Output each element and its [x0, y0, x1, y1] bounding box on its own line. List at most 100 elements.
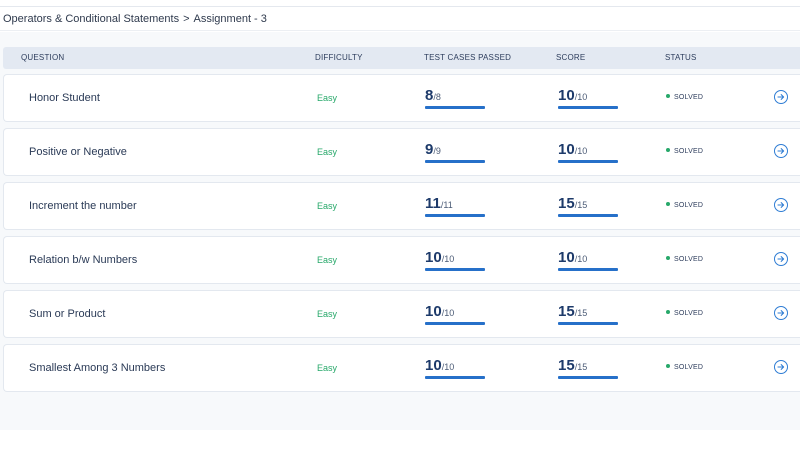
- score-max: /10: [574, 146, 588, 156]
- status-badge: SOLVED: [666, 237, 703, 283]
- test-cases-passed-count: 11: [425, 195, 441, 212]
- score: 10/10: [558, 249, 618, 271]
- status-label: SOLVED: [674, 148, 704, 155]
- question-title[interactable]: Increment the number: [29, 183, 137, 229]
- table-row[interactable]: Sum or Product Easy 10/10 15/15 SOLVED: [3, 290, 800, 338]
- table-row[interactable]: Positive or Negative Easy 9/9 10/10 SOLVED: [3, 128, 800, 176]
- difficulty-label: Easy: [317, 309, 338, 319]
- status-dot-icon: [666, 256, 670, 261]
- question-title[interactable]: Honor Student: [29, 75, 100, 121]
- test-cases-total: /9: [433, 146, 441, 156]
- score-progress-bar: [558, 268, 618, 271]
- column-header-status: STATUS: [665, 53, 697, 62]
- status-badge: SOLVED: [666, 129, 703, 175]
- test-cases-passed-count: 10: [425, 303, 442, 320]
- status-label: SOLVED: [674, 94, 704, 101]
- test-cases-total: /11: [440, 200, 453, 210]
- difficulty-label: Easy: [317, 201, 338, 211]
- score: 15/15: [558, 303, 618, 325]
- question-list: Honor Student Easy 8/8 10/10 SOLVED Positive …: [3, 74, 800, 398]
- score-progress-bar: [558, 160, 618, 163]
- score-progress-bar: [558, 106, 618, 109]
- status-badge: SOLVED: [666, 345, 703, 391]
- test-cases-progress-bar: [425, 106, 485, 109]
- test-cases-passed: 10/10: [425, 357, 485, 379]
- test-cases-progress-bar: [425, 160, 485, 163]
- status-dot-icon: [666, 94, 670, 99]
- question-title[interactable]: Positive or Negative: [29, 129, 127, 175]
- test-cases-progress-bar: [425, 376, 485, 379]
- score: 10/10: [558, 141, 618, 163]
- score-max: /10: [574, 254, 588, 264]
- status-label: SOLVED: [674, 364, 704, 371]
- column-header-score: SCORE: [556, 53, 586, 62]
- table-row[interactable]: Relation b/w Numbers Easy 10/10 10/10 SOLVED: [3, 236, 800, 284]
- test-cases-progress-bar: [425, 214, 485, 217]
- difficulty-label: Easy: [317, 147, 338, 157]
- status-dot-icon: [666, 364, 670, 369]
- question-title[interactable]: Relation b/w Numbers: [29, 237, 137, 283]
- score-max: /15: [574, 308, 588, 318]
- status-dot-icon: [666, 202, 670, 207]
- difficulty-label: Easy: [317, 363, 338, 373]
- score-max: /10: [574, 92, 588, 102]
- test-cases-passed-count: 10: [425, 249, 442, 266]
- breadcrumb: Operators & Conditional Statements > Ass…: [0, 7, 800, 31]
- score-value: 10: [558, 141, 575, 158]
- score: 15/15: [558, 357, 618, 379]
- status-label: SOLVED: [674, 310, 704, 317]
- score-progress-bar: [558, 376, 618, 379]
- test-cases-progress-bar: [425, 268, 485, 271]
- test-cases-total: /10: [441, 254, 455, 264]
- column-header-difficulty: DIFFICULTY: [315, 53, 363, 62]
- score: 15/15: [558, 195, 618, 217]
- status-badge: SOLVED: [666, 291, 703, 337]
- status-label: SOLVED: [674, 202, 704, 209]
- score-max: /15: [574, 362, 588, 372]
- score-value: 15: [558, 195, 575, 212]
- status-dot-icon: [666, 148, 670, 153]
- test-cases-passed: 8/8: [425, 87, 485, 109]
- test-cases-passed: 10/10: [425, 249, 485, 271]
- arrow-right-circle-icon[interactable]: [774, 306, 788, 320]
- status-badge: SOLVED: [666, 183, 703, 229]
- status-dot-icon: [666, 310, 670, 315]
- test-cases-passed: 10/10: [425, 303, 485, 325]
- score-value: 15: [558, 357, 575, 374]
- arrow-right-circle-icon[interactable]: [774, 90, 788, 104]
- difficulty-label: Easy: [317, 255, 338, 265]
- questions-panel: QUESTION DIFFICULTY TEST CASES PASSED SC…: [0, 32, 800, 430]
- column-header-question: QUESTION: [21, 53, 65, 62]
- score-value: 15: [558, 303, 575, 320]
- table-row[interactable]: Honor Student Easy 8/8 10/10 SOLVED: [3, 74, 800, 122]
- test-cases-passed: 11/11: [425, 195, 485, 217]
- breadcrumb-parent-link[interactable]: Operators & Conditional Statements: [3, 13, 179, 25]
- test-cases-progress-bar: [425, 322, 485, 325]
- arrow-right-circle-icon[interactable]: [774, 252, 788, 266]
- status-badge: SOLVED: [666, 75, 703, 121]
- score-max: /15: [574, 200, 588, 210]
- status-label: SOLVED: [674, 256, 704, 263]
- test-cases-total: /8: [433, 92, 441, 102]
- test-cases-passed-count: 10: [425, 357, 442, 374]
- table-row[interactable]: Increment the number Easy 11/11 15/15 SOLVED: [3, 182, 800, 230]
- table-row[interactable]: Smallest Among 3 Numbers Easy 10/10 15/15 SO…: [3, 344, 800, 392]
- arrow-right-circle-icon[interactable]: [774, 360, 788, 374]
- test-cases-total: /10: [441, 362, 455, 372]
- breadcrumb-current: Assignment - 3: [193, 12, 267, 25]
- score-value: 10: [558, 249, 575, 266]
- score-value: 10: [558, 87, 575, 104]
- column-header-test-cases: TEST CASES PASSED: [424, 53, 512, 62]
- score-progress-bar: [558, 214, 618, 217]
- breadcrumb-separator: >: [183, 12, 190, 25]
- question-title[interactable]: Smallest Among 3 Numbers: [29, 345, 165, 391]
- score-progress-bar: [558, 322, 618, 325]
- test-cases-passed: 9/9: [425, 141, 485, 163]
- score: 10/10: [558, 87, 618, 109]
- difficulty-label: Easy: [317, 93, 338, 103]
- table-header: QUESTION DIFFICULTY TEST CASES PASSED SC…: [3, 47, 800, 69]
- test-cases-total: /10: [441, 308, 455, 318]
- question-title[interactable]: Sum or Product: [29, 291, 105, 337]
- arrow-right-circle-icon[interactable]: [774, 198, 788, 212]
- arrow-right-circle-icon[interactable]: [774, 144, 788, 158]
